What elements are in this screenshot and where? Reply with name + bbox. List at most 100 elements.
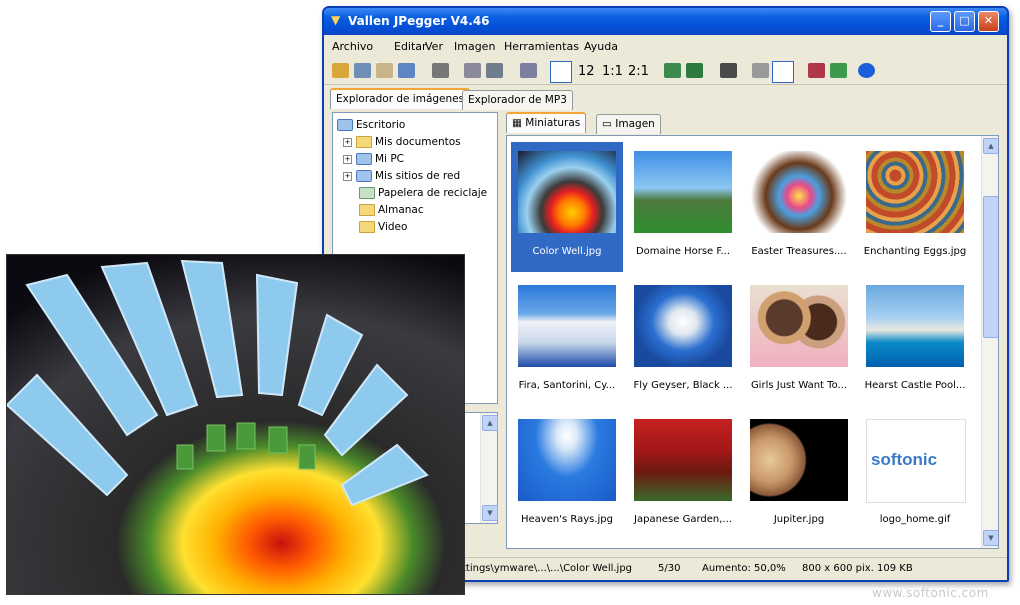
scroll-up-icon[interactable]: ▲ [482, 415, 498, 431]
menu-editar[interactable]: Editar [394, 40, 427, 53]
mountain-icon[interactable] [664, 63, 681, 78]
title-bar[interactable]: ▼ Vallen JPegger V4.46 _ □ ✕ [324, 8, 1007, 35]
thumbnail-item[interactable]: Easter Treasures.... [743, 142, 855, 272]
thumbnail-image [634, 151, 732, 233]
menu-bar: Archivo Editar Ver Imagen Herramientas A… [324, 36, 1007, 56]
minimize-button[interactable]: _ [930, 11, 951, 32]
paste-icon[interactable] [486, 63, 503, 78]
browse-icon[interactable] [354, 63, 371, 78]
tree-item-mis-documentos[interactable]: + Mis documentos [343, 136, 461, 148]
zoom-2-1-button[interactable]: 2:1 [628, 64, 649, 79]
tab-mp3-explorer[interactable]: Explorador de MP3 [462, 90, 573, 110]
tab-image[interactable]: ▭ Imagen [596, 114, 661, 134]
toolbar: 12 1:1 2:1 [324, 58, 1007, 85]
expand-icon[interactable]: + [343, 137, 352, 147]
thumbnail-caption: Hearst Castle Pool... [864, 380, 966, 391]
tree-item-sitios-de-red[interactable]: + Mis sitios de red [343, 170, 460, 182]
thumbnail-item[interactable]: Enchanting Eggs.jpg [859, 142, 971, 272]
color-well-image [7, 255, 464, 594]
file-list-scrollbar[interactable]: ▲ ▼ [480, 413, 498, 523]
page-icon: ▭ [602, 118, 616, 130]
thumbnail-caption: Enchanting Eggs.jpg [863, 246, 967, 257]
thumbnail-image: softonic [866, 419, 966, 503]
scroll-down-icon[interactable]: ▼ [482, 505, 498, 521]
folder-icon [359, 221, 375, 233]
thumbnail-item[interactable]: Fly Geyser, Black ... [627, 276, 739, 406]
app-icon[interactable]: ▼ [331, 13, 340, 27]
zoom-1-1-button[interactable]: 1:1 [602, 64, 623, 79]
menu-archivo[interactable]: Archivo [332, 40, 373, 53]
desktop-icon [337, 119, 353, 131]
folder-icon [359, 204, 375, 216]
menu-herramientas[interactable]: Herramientas [504, 40, 579, 53]
scroll-down-icon[interactable]: ▼ [983, 530, 998, 546]
grid-icon: ▦ [512, 117, 526, 129]
mountain-small-icon[interactable] [686, 63, 703, 78]
tab-thumbnails[interactable]: ▦ Miniaturas [506, 112, 587, 133]
expand-icon[interactable]: + [343, 154, 352, 164]
thumbnail-caption: Color Well.jpg [532, 246, 602, 257]
thumbnail-image [866, 285, 964, 367]
menu-ayuda[interactable]: Ayuda [584, 40, 618, 53]
thumbnail-item[interactable]: Fira, Santorini, Cy... [511, 276, 623, 406]
tree-item-papelera[interactable]: Papelera de reciclaje [359, 187, 487, 199]
tree-item-video[interactable]: Video [359, 221, 407, 233]
network-icon [356, 170, 372, 182]
maximize-button[interactable]: □ [954, 11, 975, 32]
thumbnail-image [750, 285, 848, 367]
scroll-thumb[interactable] [983, 196, 998, 338]
fit-window-button[interactable] [550, 61, 572, 83]
tree-item-almanac[interactable]: Almanac [359, 204, 424, 216]
scroll-up-icon[interactable]: ▲ [983, 138, 998, 154]
thumbnail-item[interactable]: Color Well.jpg [511, 142, 623, 272]
thumbnail-view-icon[interactable] [520, 63, 537, 78]
thumbnail-image [750, 151, 848, 233]
thumbnail-image [634, 419, 732, 501]
tools-icon[interactable] [830, 63, 847, 78]
tree-item-mi-pc[interactable]: + Mi PC [343, 153, 404, 165]
thumbnail-caption: Fira, Santorini, Cy... [518, 380, 616, 391]
thumbnail-item[interactable]: Japanese Garden,... [627, 410, 739, 540]
info-icon[interactable] [858, 63, 875, 78]
expand-icon[interactable]: + [343, 171, 352, 181]
status-count: 5/30 [658, 563, 681, 574]
softonic-logo: softonic [871, 450, 938, 469]
thumbnail-image [518, 419, 616, 501]
copy-icon[interactable] [464, 63, 481, 78]
preview-photo [6, 254, 465, 595]
window-title: Vallen JPegger V4.46 [348, 14, 490, 28]
thumbnail-item[interactable]: softonic logo_home.gif [859, 410, 971, 540]
print-icon[interactable] [432, 63, 449, 78]
watermark: www.softonic.com [872, 586, 989, 600]
camera-icon[interactable] [720, 63, 737, 78]
thumbnail-item[interactable]: Heaven's Rays.jpg [511, 410, 623, 540]
computer-icon [356, 153, 372, 165]
close-button[interactable]: ✕ [978, 11, 999, 32]
save-icon[interactable] [376, 63, 393, 78]
slideshow-icon[interactable] [398, 63, 415, 78]
status-dimensions: 800 x 600 pix. 109 KB [802, 563, 913, 574]
book-icon[interactable] [808, 63, 825, 78]
thumbnail-image [634, 285, 732, 367]
menu-ver[interactable]: Ver [425, 40, 443, 53]
thumbnail-image [518, 285, 616, 367]
thumbnail-item[interactable]: Jupiter.jpg [743, 410, 855, 540]
zoom-12-button[interactable]: 12 [578, 64, 595, 79]
status-zoom: Aumento: 50,0% [702, 563, 786, 574]
thumbnail-caption: Girls Just Want To... [750, 380, 848, 391]
thumbnail-item[interactable]: Hearst Castle Pool... [859, 276, 971, 406]
thumbnail-scrollbar[interactable]: ▲ ▼ [981, 136, 998, 548]
thumbnail-item[interactable]: Domaine Horse F... [627, 142, 739, 272]
thumbnail-item[interactable]: Girls Just Want To... [743, 276, 855, 406]
timer-icon[interactable] [752, 63, 769, 78]
tree-item-desktop[interactable]: Escritorio [337, 119, 405, 131]
fullscreen-button[interactable] [772, 61, 794, 83]
open-folder-icon[interactable] [332, 63, 349, 78]
thumbnail-image [866, 151, 964, 233]
menu-imagen[interactable]: Imagen [454, 40, 495, 53]
folder-icon [356, 136, 372, 148]
thumbnail-caption: Jupiter.jpg [773, 514, 825, 525]
thumbnail-caption: Easter Treasures.... [751, 246, 847, 257]
tab-image-explorer[interactable]: Explorador de imágenes [330, 88, 471, 109]
thumbnail-image [518, 151, 616, 233]
